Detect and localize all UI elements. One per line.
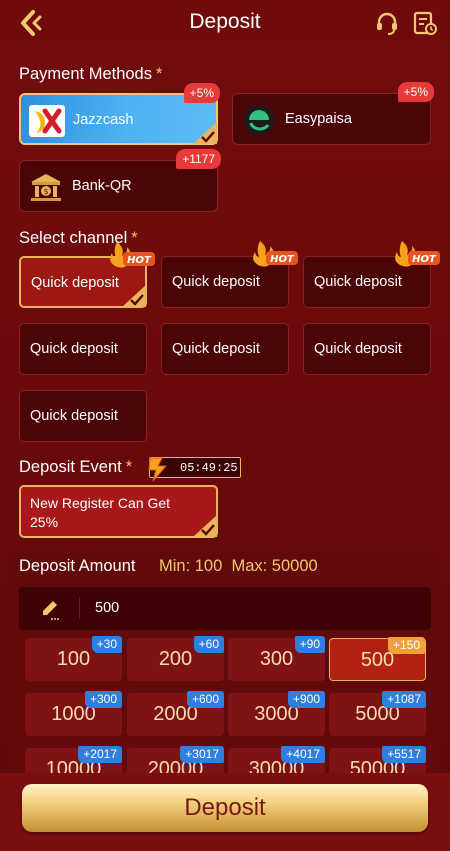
channel-label: Quick deposit xyxy=(172,274,260,290)
hot-badge-text: HOT xyxy=(412,254,437,265)
lightning-icon xyxy=(148,457,168,482)
amount-option-3000[interactable]: 3000 +900 xyxy=(228,691,325,736)
amount-option-500[interactable]: 500 +150 xyxy=(329,637,426,681)
amount-bonus-badge: +2017 xyxy=(78,746,122,763)
payment-method-label: Easypaisa xyxy=(285,111,352,127)
amount-bonus-badge: +90 xyxy=(294,636,325,653)
channel-option[interactable]: Quick deposit xyxy=(19,390,147,442)
payment-method-bank-qr[interactable]: $ Bank-QR +1177 xyxy=(19,149,221,212)
event-text: New Register Can Get 25% xyxy=(30,495,171,530)
bank-icon: $ xyxy=(31,174,61,201)
channel-label: Quick deposit xyxy=(314,341,402,357)
payment-method-jazzcash[interactable]: Jazzcash +5% xyxy=(19,83,220,145)
deposit-button[interactable]: Deposit xyxy=(22,784,428,832)
hot-badge-text: HOT xyxy=(127,255,152,266)
hot-flame-icon: HOT xyxy=(395,241,440,267)
channel-option[interactable]: Quick deposit HOT xyxy=(161,241,298,308)
bonus-badge: +5% xyxy=(397,82,434,102)
input-divider xyxy=(79,597,80,619)
deposit-screen: Deposit Payment Methods * Jazzcash +5% E… xyxy=(0,0,450,851)
pencil-icon xyxy=(43,601,59,620)
svg-text:$: $ xyxy=(43,187,48,196)
channel-label: Quick deposit xyxy=(30,408,118,424)
payment-method-label: Jazzcash xyxy=(73,112,134,128)
event-option[interactable]: New Register Can Get 25% xyxy=(19,485,218,538)
payment-methods-label: Payment Methods * xyxy=(19,65,163,83)
channel-option[interactable]: Quick deposit xyxy=(161,323,289,375)
check-icon xyxy=(122,285,146,307)
amount-bonus-badge: +4017 xyxy=(281,746,325,763)
check-icon xyxy=(193,122,217,144)
amount-bonus-badge: +60 xyxy=(193,636,224,653)
amount-min-max: Min: 100 Max: 50000 xyxy=(159,557,318,575)
payment-method-easypaisa[interactable]: Easypaisa +5% xyxy=(232,82,434,145)
amount-option-100[interactable]: 100 +30 xyxy=(25,636,122,681)
amount-option-300[interactable]: 300 +90 xyxy=(228,636,325,681)
hot-flame-icon: HOT xyxy=(110,242,155,268)
jazzcash-logo-icon xyxy=(29,105,65,137)
deposit-event-label: Deposit Event * xyxy=(19,458,133,476)
easypaisa-logo-icon xyxy=(244,105,274,135)
channel-label: Quick deposit xyxy=(314,274,402,290)
channel-option[interactable]: Quick deposit xyxy=(19,323,147,375)
channel-label: Quick deposit xyxy=(172,341,260,357)
amount-input[interactable] xyxy=(95,595,395,621)
amount-bonus-badge: +3017 xyxy=(180,746,224,763)
payment-method-label: Bank-QR xyxy=(72,178,132,194)
header-bar: Deposit xyxy=(0,0,450,46)
channel-label: Quick deposit xyxy=(31,275,119,291)
amount-bonus-badge: +600 xyxy=(186,691,224,708)
bonus-badge: +5% xyxy=(183,83,220,103)
check-icon xyxy=(193,515,217,537)
hot-badge-text: HOT xyxy=(270,254,295,265)
amount-bonus-badge: +30 xyxy=(91,636,122,653)
event-countdown-timer: 05:49:25 xyxy=(148,457,241,482)
channel-option[interactable]: Quick deposit HOT xyxy=(303,241,440,308)
deposit-amount-label: Deposit Amount xyxy=(19,557,136,575)
amount-option-1000[interactable]: 1000 +300 xyxy=(25,691,122,736)
channel-label: Quick deposit xyxy=(30,341,118,357)
deposit-button-label: Deposit xyxy=(184,794,266,821)
headset-icon[interactable] xyxy=(374,10,400,36)
channel-option[interactable]: Quick deposit xyxy=(303,323,431,375)
amount-bonus-badge: +150 xyxy=(387,637,425,654)
amount-option-2000[interactable]: 2000 +600 xyxy=(127,691,224,736)
bonus-badge: +1177 xyxy=(176,149,221,169)
amount-option-5000[interactable]: 5000 +1087 xyxy=(329,691,426,736)
amount-input-box xyxy=(19,587,431,630)
amount-bonus-badge: +900 xyxy=(287,691,325,708)
countdown-text: 05:49:25 xyxy=(180,461,238,475)
channel-option[interactable]: Quick deposit HOT xyxy=(19,242,155,308)
amount-option-200[interactable]: 200 +60 xyxy=(127,636,224,681)
hot-flame-icon: HOT xyxy=(253,241,298,267)
amount-bonus-badge: +1087 xyxy=(382,691,426,708)
record-icon[interactable] xyxy=(412,10,438,36)
amount-bonus-badge: +300 xyxy=(84,691,122,708)
amount-bonus-badge: +5517 xyxy=(382,746,426,763)
